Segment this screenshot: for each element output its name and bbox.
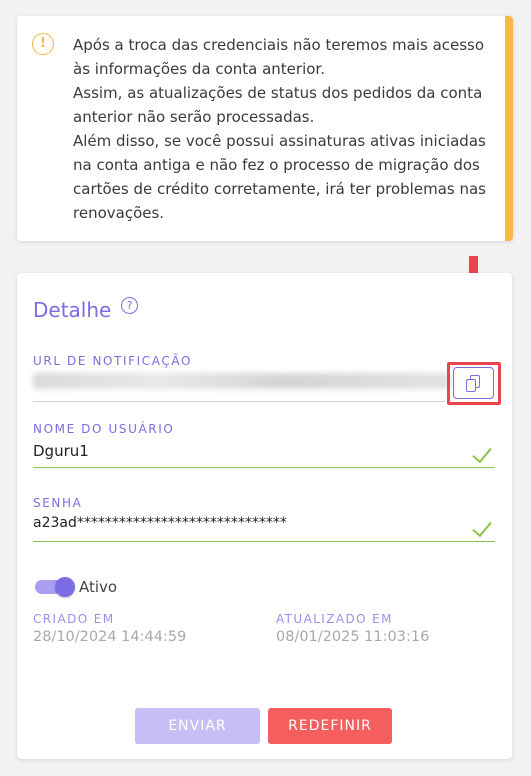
toggle-knob [55,577,75,597]
send-button[interactable]: ENVIAR [135,708,260,744]
username-input[interactable]: Dguru1 [33,442,89,460]
password-input[interactable]: a23ad****************************** [33,515,287,531]
created-value: 28/10/2024 14:44:59 [33,629,187,645]
alert-paragraph: Após a troca das credenciais não teremos… [73,36,485,78]
check-icon [472,447,494,461]
alert-paragraph: Além disso, se você possui assinaturas a… [73,132,486,222]
alert-paragraph: Assim, as atualizações de status dos ped… [73,84,483,126]
copy-icon-front [466,379,476,392]
username-underline [33,467,495,468]
reset-button[interactable]: REDEFINIR [268,708,392,744]
active-label: Ativo [79,578,118,596]
updated-value: 08/01/2025 11:03:16 [276,629,430,645]
question-circle-icon[interactable]: ? [121,297,138,314]
updated-label: ATUALIZADO EM [276,612,393,626]
password-label: SENHA [33,496,83,510]
url-label: URL DE NOTIFICAÇÃO [33,354,192,368]
username-label: NOME DO USUÁRIO [33,422,175,436]
detail-card: Detalhe ? URL DE NOTIFICAÇÃO NOME DO USU… [17,273,512,759]
url-underline [33,401,445,402]
detail-title: Detalhe [33,298,112,322]
alert-message: Após a troca das credenciais não teremos… [73,33,505,225]
check-icon [472,521,494,535]
warning-alert: ! Após a troca das credenciais não terem… [17,16,513,241]
created-label: CRIADO EM [33,612,115,626]
copy-url-button[interactable] [453,367,494,399]
active-toggle[interactable] [35,577,75,597]
password-underline [33,541,495,542]
url-field-blurred[interactable] [33,373,451,389]
warning-circle-icon: ! [32,33,54,55]
